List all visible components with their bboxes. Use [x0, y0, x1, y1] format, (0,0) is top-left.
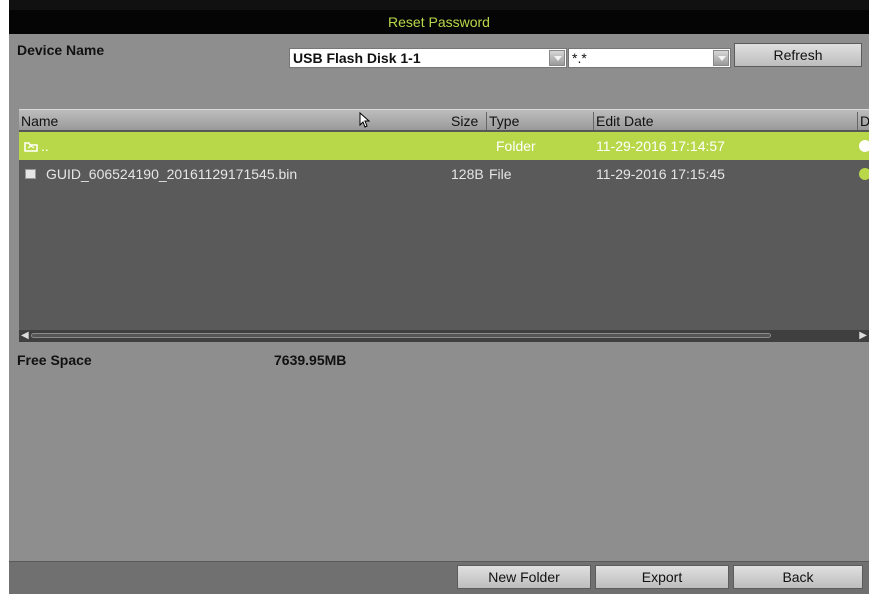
scroll-left-icon[interactable]: ◀: [21, 330, 29, 342]
free-space-label: Free Space: [17, 352, 92, 368]
file-filter-select[interactable]: *.*: [568, 48, 731, 68]
back-button[interactable]: Back: [733, 565, 863, 589]
column-divider[interactable]: [857, 112, 858, 130]
table-row[interactable]: GUID_606524190_20161129171545.bin 128B F…: [19, 160, 869, 188]
minus-circle-icon[interactable]: [859, 140, 869, 152]
new-folder-button[interactable]: New Folder: [457, 565, 591, 589]
chevron-down-icon[interactable]: [713, 50, 729, 66]
column-header-edit-date[interactable]: Edit Date: [596, 113, 654, 129]
row-edit-date: 11-29-2016 17:14:57: [596, 138, 725, 154]
export-button[interactable]: Export: [595, 565, 729, 589]
dialog-title: Reset Password: [9, 10, 869, 34]
row-size: 128B: [451, 166, 484, 182]
chevron-down-icon[interactable]: [549, 50, 565, 66]
folder-up-icon: [24, 142, 38, 152]
row-type: Folder: [496, 138, 536, 154]
row-type: File: [489, 166, 512, 182]
column-divider[interactable]: [486, 112, 487, 130]
file-list: Name Size Type Edit Date D .. Folder 11-…: [19, 109, 869, 342]
file-icon: [25, 169, 36, 179]
column-divider[interactable]: [593, 112, 594, 130]
column-header-size[interactable]: Size: [451, 113, 478, 129]
reset-password-dialog: Reset Password Device Name USB Flash Dis…: [9, 0, 869, 594]
scroll-right-icon[interactable]: ▶: [859, 330, 867, 342]
device-select-value: USB Flash Disk 1-1: [293, 50, 421, 66]
scrollbar-thumb[interactable]: [31, 333, 771, 338]
row-name: GUID_606524190_20161129171545.bin: [46, 166, 298, 182]
device-select[interactable]: USB Flash Disk 1-1: [289, 48, 567, 68]
file-filter-value: *.*: [572, 50, 587, 66]
row-name: ..: [41, 138, 49, 154]
trash-icon[interactable]: [859, 168, 869, 180]
column-header-name[interactable]: Name: [21, 113, 58, 129]
device-name-label: Device Name: [17, 42, 105, 58]
file-list-header: Name Size Type Edit Date D: [19, 109, 869, 131]
refresh-button[interactable]: Refresh: [734, 43, 862, 67]
top-strip: [9, 0, 869, 10]
row-edit-date: 11-29-2016 17:15:45: [596, 166, 725, 182]
mouse-cursor-icon: [359, 112, 371, 128]
horizontal-scrollbar[interactable]: ◀ ▶: [19, 330, 869, 342]
free-space-value: 7639.95MB: [274, 352, 347, 368]
column-header-type[interactable]: Type: [489, 113, 519, 129]
column-header-delete[interactable]: D: [860, 113, 869, 129]
table-row[interactable]: .. Folder 11-29-2016 17:14:57: [19, 132, 869, 160]
